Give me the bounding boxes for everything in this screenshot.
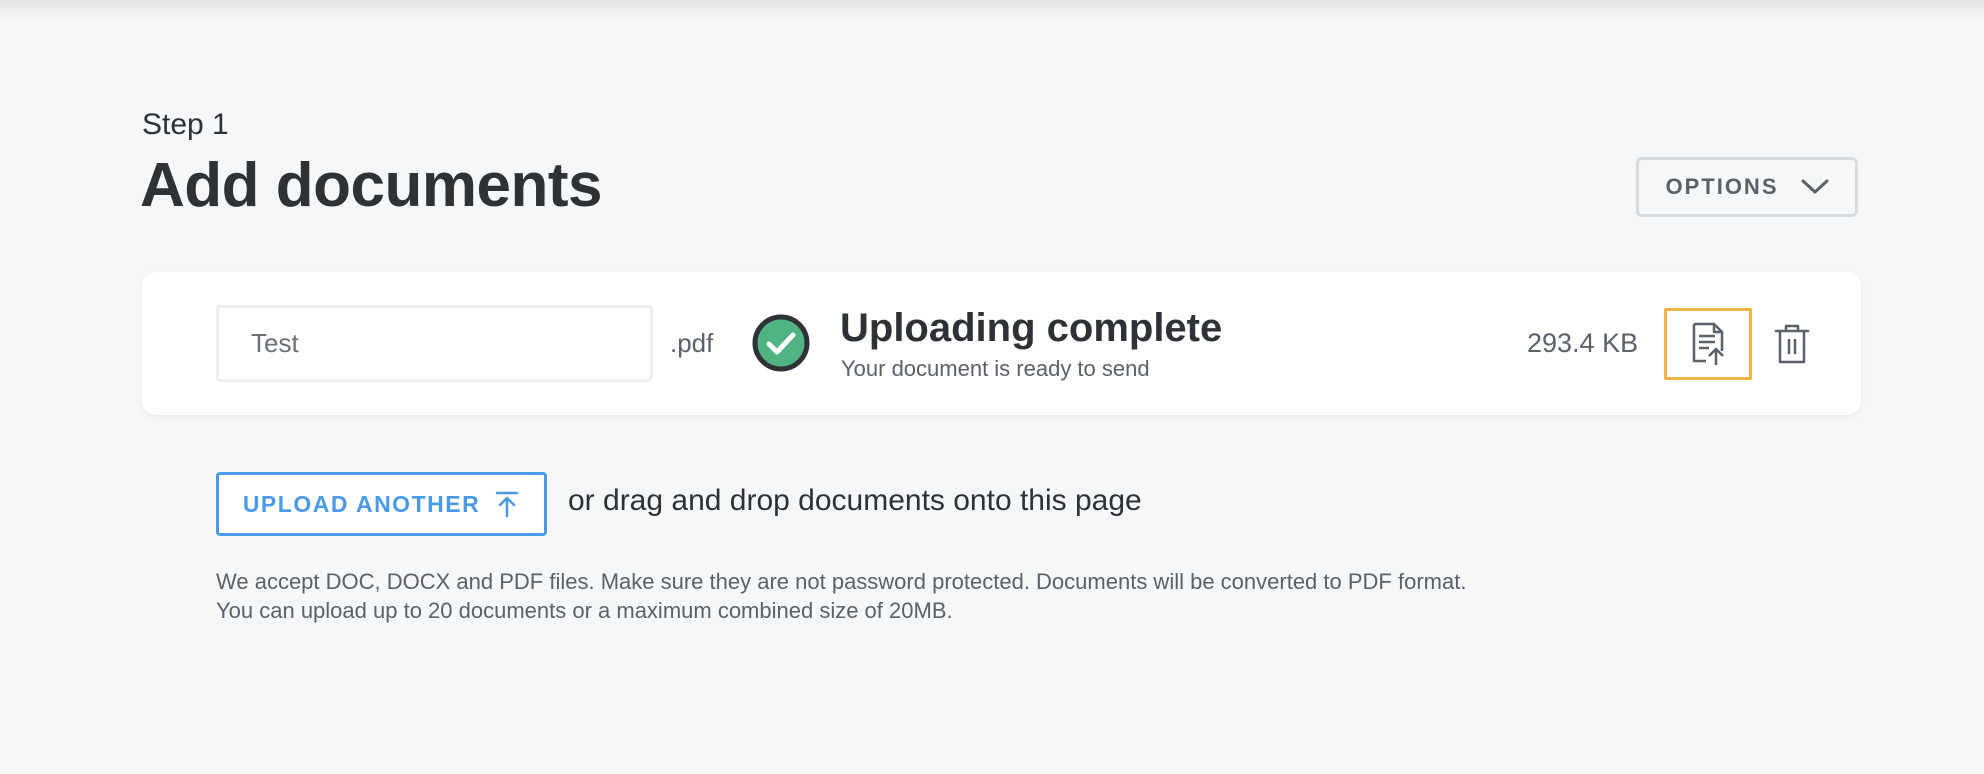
file-extension: .pdf bbox=[670, 328, 714, 358]
drag-drop-hint: or drag and drop documents onto this pag… bbox=[568, 484, 1142, 517]
chevron-down-icon bbox=[1801, 179, 1828, 194]
help-line-1: We accept DOC, DOCX and PDF files. Make … bbox=[216, 569, 1467, 594]
file-requirements-help: We accept DOC, DOCX and PDF files. Make … bbox=[216, 567, 1466, 625]
options-button[interactable]: OPTIONS bbox=[1636, 157, 1858, 217]
top-bar-shadow bbox=[0, 0, 1984, 22]
replace-document-button[interactable] bbox=[1664, 308, 1752, 380]
step-label: Step 1 bbox=[142, 108, 229, 141]
page: Step 1 Add documents OPTIONS .pdf Upload… bbox=[0, 0, 1984, 774]
page-title: Add documents bbox=[140, 151, 602, 220]
help-line-2: You can upload up to 20 documents or a m… bbox=[216, 598, 953, 623]
document-card: .pdf Uploading complete Your document is… bbox=[142, 272, 1861, 415]
options-label: OPTIONS bbox=[1665, 174, 1779, 199]
upload-arrow-icon bbox=[495, 491, 519, 518]
check-circle-icon bbox=[752, 314, 810, 372]
upload-another-label: UPLOAD ANOTHER bbox=[242, 490, 481, 517]
upload-another-button[interactable]: UPLOAD ANOTHER bbox=[216, 472, 547, 536]
document-name-input[interactable] bbox=[216, 305, 653, 382]
upload-status-subtitle: Your document is ready to send bbox=[841, 356, 1150, 381]
upload-status-title: Uploading complete bbox=[840, 306, 1223, 350]
trash-icon bbox=[1774, 324, 1810, 364]
file-size: 293.4 KB bbox=[1527, 328, 1639, 358]
document-upload-icon bbox=[1692, 322, 1724, 365]
delete-document-button[interactable] bbox=[1769, 318, 1815, 370]
